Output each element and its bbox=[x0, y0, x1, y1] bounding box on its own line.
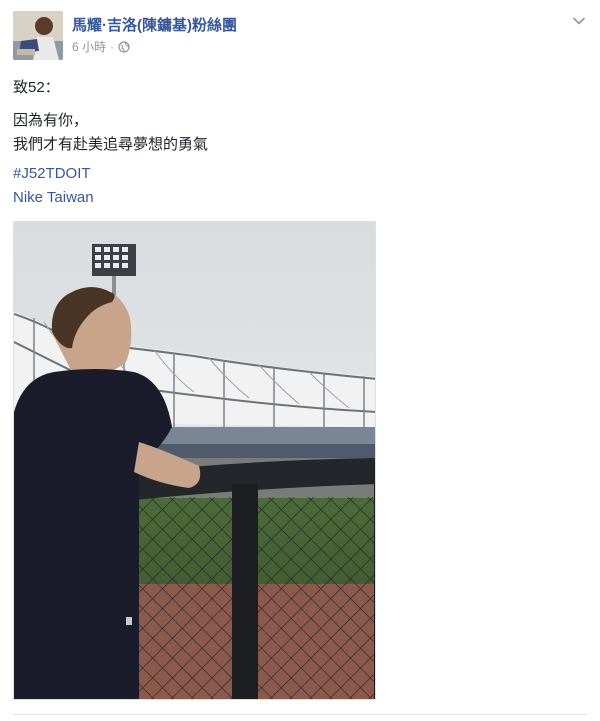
hashtag-link[interactable]: #J52TDOIT bbox=[13, 165, 91, 182]
globe-icon[interactable] bbox=[118, 40, 130, 53]
meta-separator: · bbox=[110, 39, 115, 54]
timestamp-link[interactable]: 6 小時 bbox=[72, 38, 106, 55]
avatar[interactable] bbox=[13, 11, 63, 60]
page-name-link[interactable]: 馬耀·吉洛(陳鏞基)粉絲團 bbox=[72, 14, 237, 35]
post-meta: 6 小時 · bbox=[72, 38, 130, 55]
post-photo[interactable] bbox=[13, 221, 376, 700]
post-text-line: 因為有你， bbox=[13, 112, 89, 129]
chevron-down-icon[interactable] bbox=[572, 13, 586, 25]
page-mention-link[interactable]: Nike Taiwan bbox=[13, 189, 94, 206]
facebook-post: 馬耀·吉洛(陳鏞基)粉絲團 6 小時 · 致52： 因為有你， 我們才有赴美追尋… bbox=[0, 0, 600, 721]
avatar-photo bbox=[13, 11, 63, 60]
post-text-line: 我們才有赴美追尋夢想的勇氣 bbox=[13, 136, 209, 153]
post-greeting: 致52： bbox=[13, 79, 60, 96]
post-divider bbox=[13, 714, 587, 715]
